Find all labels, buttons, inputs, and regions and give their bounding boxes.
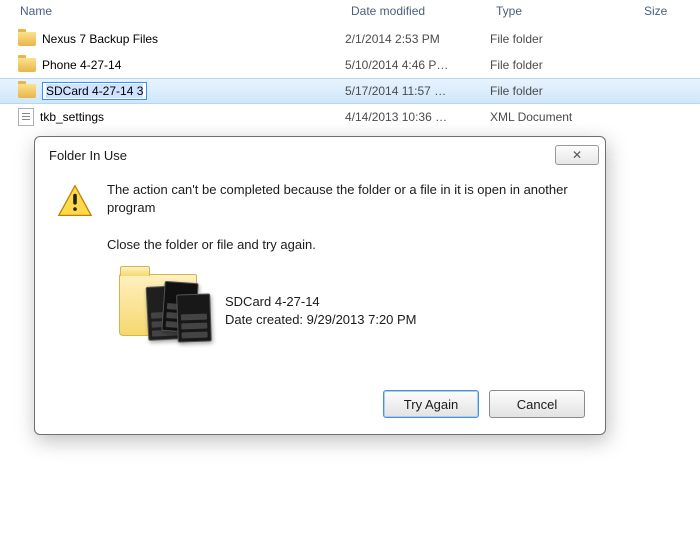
item-name[interactable]: SDCard 4-27-14 3 [42,82,147,100]
cell-type: File folder [490,58,638,72]
warning-icon [57,183,93,219]
table-row[interactable]: Nexus 7 Backup Files 2/1/2014 2:53 PMFile… [0,26,700,52]
column-headers: Name Date modified Type Size [0,0,700,26]
dialog-folder-created: Date created: 9/29/2013 7:20 PM [225,311,417,329]
dialog-button-row: Try Again Cancel [35,378,605,434]
item-name: Nexus 7 Backup Files [42,32,158,46]
try-again-button[interactable]: Try Again [383,390,479,418]
cell-date: 5/10/2014 4:46 P… [345,58,490,72]
dialog-message: The action can't be completed because th… [107,181,583,219]
dialog-folder-info: SDCard 4-27-14 Date created: 9/29/2013 7… [225,293,417,328]
item-name: tkb_settings [40,110,104,124]
cell-name: Phone 4-27-14 [0,58,345,72]
file-icon [18,108,34,126]
col-header-name[interactable]: Name [0,0,345,22]
file-list: Name Date modified Type Size Nexus 7 Bac… [0,0,700,130]
cell-name: tkb_settings [0,108,345,126]
col-header-size[interactable]: Size [638,0,688,22]
folder-icon [18,58,36,72]
dialog-title-text: Folder In Use [49,148,127,163]
folder-preview-icon [117,266,207,356]
folder-in-use-dialog: Folder In Use ✕ The action can't be comp… [34,136,606,435]
col-header-type[interactable]: Type [490,0,638,22]
close-icon: ✕ [572,148,582,162]
dialog-folder-name: SDCard 4-27-14 [225,293,417,311]
cell-date: 2/1/2014 2:53 PM [345,32,490,46]
cell-date: 5/17/2014 11:57 … [345,84,490,98]
table-row[interactable]: Phone 4-27-14 5/10/2014 4:46 P…File folde… [0,52,700,78]
dialog-titlebar: Folder In Use ✕ [35,137,605,171]
folder-icon [18,32,36,46]
table-row[interactable]: tkb_settings 4/14/2013 10:36 …XML Documen… [0,104,700,130]
dialog-folder-block: SDCard 4-27-14 Date created: 9/29/2013 7… [117,266,583,356]
col-header-date[interactable]: Date modified [345,0,490,22]
cell-type: File folder [490,84,638,98]
folder-icon [18,84,36,98]
cell-name: Nexus 7 Backup Files [0,32,345,46]
close-button[interactable]: ✕ [555,145,599,165]
dialog-instruction: Close the folder or file and try again. [107,237,583,252]
item-name: Phone 4-27-14 [42,58,121,72]
cell-type: XML Document [490,110,638,124]
cell-date: 4/14/2013 10:36 … [345,110,490,124]
cell-type: File folder [490,32,638,46]
cell-name: SDCard 4-27-14 3 [0,82,345,100]
table-row[interactable]: SDCard 4-27-14 3 5/17/2014 11:57 …File fo… [0,78,700,104]
cancel-button[interactable]: Cancel [489,390,585,418]
